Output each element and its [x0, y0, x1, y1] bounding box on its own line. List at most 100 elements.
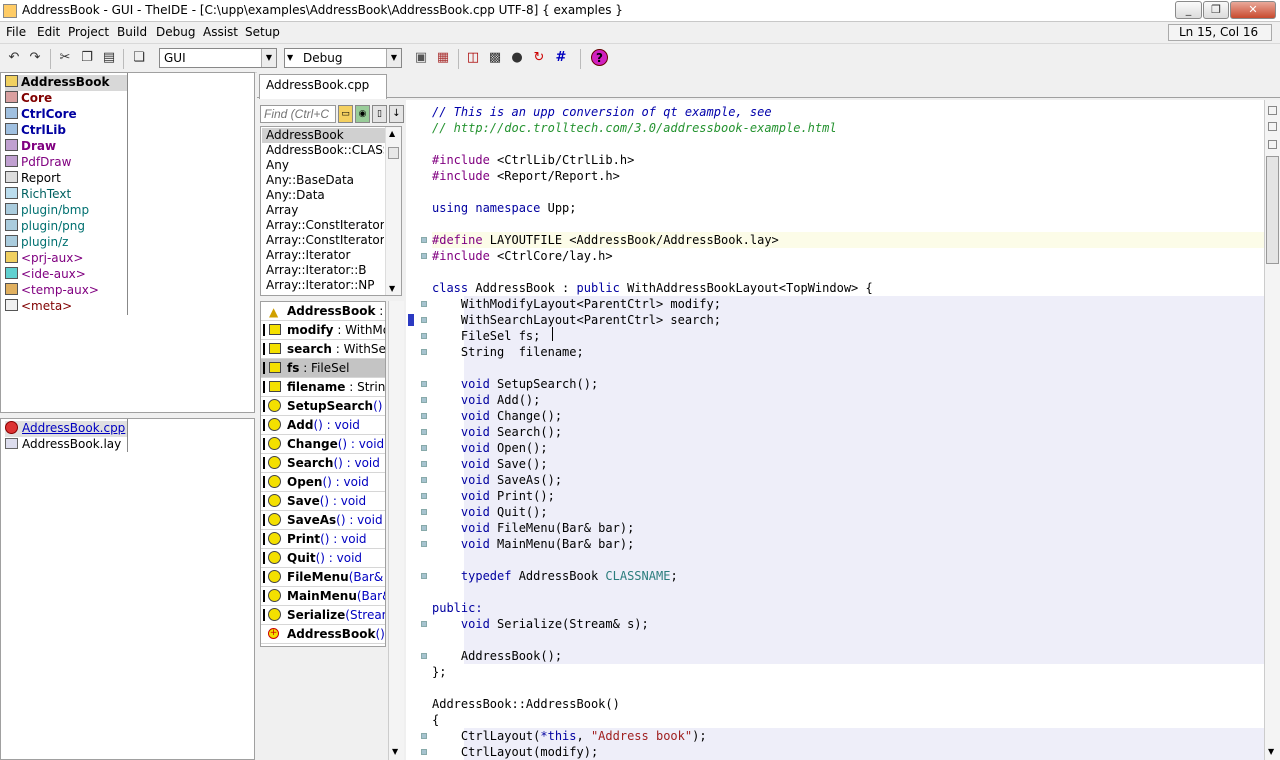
- member-item[interactable]: + AddressBook(): [261, 625, 385, 644]
- folder-icon[interactable]: ▭: [338, 105, 353, 123]
- package-item[interactable]: RichText: [5, 187, 71, 203]
- stop-icon[interactable]: ◫: [465, 50, 481, 66]
- menu-edit[interactable]: Edit: [37, 25, 60, 39]
- member-item[interactable]: Search() : void: [261, 454, 385, 473]
- package-item[interactable]: <prj-aux>: [5, 251, 83, 267]
- member-item[interactable]: modify : WithMoc: [261, 321, 385, 340]
- package-icon: [5, 139, 18, 151]
- member-item[interactable]: Print() : void: [261, 530, 385, 549]
- redo-icon[interactable]: ↷: [27, 50, 43, 66]
- globe-icon[interactable]: ◉: [355, 105, 370, 123]
- text-cursor: [552, 327, 553, 341]
- package-item[interactable]: plugin/z: [5, 235, 68, 251]
- build-mode-select[interactable]: ▼ Debug ▼: [284, 48, 402, 68]
- minimize-button[interactable]: _: [1175, 1, 1202, 19]
- member-item[interactable]: filename : String: [261, 378, 385, 397]
- cut-icon[interactable]: ✂: [57, 50, 73, 66]
- scroll-down-icon[interactable]: ▼: [389, 284, 395, 293]
- member-item[interactable]: fs : FileSel: [261, 359, 385, 378]
- restart-icon[interactable]: ↻: [531, 50, 547, 66]
- scope-item[interactable]: Any: [266, 158, 384, 173]
- scope-item[interactable]: AddressBook::CLASS: [266, 143, 384, 158]
- maximize-button[interactable]: ❐: [1203, 1, 1229, 19]
- member-item[interactable]: Add() : void: [261, 416, 385, 435]
- scope-list: AddressBook AddressBook::CLASS Any Any::Bas…: [260, 126, 402, 296]
- member-item[interactable]: Save() : void: [261, 492, 385, 511]
- package-item[interactable]: CtrlCore: [5, 107, 77, 123]
- line-marker: [421, 317, 427, 323]
- copy-icon[interactable]: ❐: [79, 50, 95, 66]
- main-config-select[interactable]: GUI ▼: [159, 48, 277, 68]
- menu-setup[interactable]: Setup: [245, 25, 280, 39]
- scroll-up-icon[interactable]: ▲: [389, 129, 395, 138]
- sort-icon[interactable]: ↓: [389, 105, 404, 123]
- code-editor[interactable]: // This is an upp conversion of qt examp…: [406, 100, 1264, 760]
- member-item[interactable]: search : WithSearc: [261, 340, 385, 359]
- package-item[interactable]: <ide-aux>: [5, 267, 86, 283]
- member-item[interactable]: Quit() : void: [261, 549, 385, 568]
- tab-addressbook-cpp[interactable]: AddressBook.cpp: [259, 74, 387, 99]
- debug-icon[interactable]: ▩: [487, 50, 503, 66]
- undo-icon[interactable]: ↶: [6, 50, 22, 66]
- editor-scrollbar[interactable]: ▼: [1264, 100, 1280, 760]
- run-icon[interactable]: ●: [509, 50, 525, 66]
- member-item[interactable]: SetupSearch() : vo: [261, 397, 385, 416]
- package-item[interactable]: AddressBook: [5, 75, 127, 91]
- scope-item[interactable]: Array::Iterator::B: [266, 263, 384, 278]
- package-item[interactable]: Report: [5, 171, 61, 187]
- menu-assist[interactable]: Assist: [203, 25, 238, 39]
- scope-item[interactable]: AddressBook: [262, 128, 386, 143]
- package-name: CtrlCore: [21, 107, 77, 121]
- scope-item[interactable]: Array::ConstIterator:: [266, 233, 384, 248]
- paste-icon[interactable]: ▤: [101, 50, 117, 66]
- member-item[interactable]: FileMenu(Bar& ba: [261, 568, 385, 587]
- menu-debug[interactable]: Debug: [156, 25, 195, 39]
- member-item[interactable]: Change() : void: [261, 435, 385, 454]
- scroll-down-icon[interactable]: ▼: [392, 747, 398, 756]
- member-item[interactable]: SaveAs() : void: [261, 511, 385, 530]
- build-icon[interactable]: ▣: [413, 50, 429, 66]
- paste-special-icon[interactable]: ❏: [131, 50, 147, 66]
- scroll-thumb[interactable]: [388, 147, 399, 159]
- split-icon[interactable]: [1268, 122, 1277, 131]
- member-item[interactable]: MainMenu(Bar& b: [261, 587, 385, 606]
- scroll-down-icon[interactable]: ▼: [1268, 747, 1274, 756]
- scope-item[interactable]: Array::Iterator: [266, 248, 384, 263]
- package-item[interactable]: PdfDraw: [5, 155, 71, 171]
- package-item[interactable]: <temp-aux>: [5, 283, 99, 299]
- package-item[interactable]: <meta>: [5, 299, 72, 315]
- scope-item[interactable]: Array::ConstIterator: [266, 218, 384, 233]
- package-item[interactable]: Draw: [5, 139, 56, 155]
- package-item[interactable]: CtrlLib: [5, 123, 66, 139]
- member-item[interactable]: ▲ AddressBook : pu: [261, 302, 385, 321]
- scope-item[interactable]: Array: [266, 203, 384, 218]
- navigator-search-input[interactable]: [260, 105, 336, 123]
- scroll-thumb[interactable]: [1266, 156, 1279, 264]
- chevron-down-icon[interactable]: ▼: [386, 49, 401, 67]
- file-item-lay[interactable]: AddressBook.lay: [5, 437, 121, 453]
- package-item[interactable]: Core: [5, 91, 52, 107]
- navigator-scrollbar[interactable]: ▼: [388, 301, 404, 760]
- scope-item[interactable]: Any::Data: [266, 188, 384, 203]
- document-icon[interactable]: ▯: [372, 105, 387, 123]
- scope-item[interactable]: Array::Iterator::NP: [266, 278, 384, 293]
- menu-file[interactable]: File: [6, 25, 26, 39]
- package-item[interactable]: plugin/png: [5, 219, 85, 235]
- function-icon: [263, 570, 281, 583]
- help-icon[interactable]: ?: [591, 49, 608, 66]
- package-name: <ide-aux>: [21, 267, 86, 281]
- scope-item[interactable]: Any::BaseData: [266, 173, 384, 188]
- package-item[interactable]: plugin/bmp: [5, 203, 89, 219]
- member-item[interactable]: Serialize(Stream&: [261, 606, 385, 625]
- split-icon[interactable]: [1268, 106, 1277, 115]
- chevron-down-icon[interactable]: ▼: [261, 49, 276, 67]
- close-button[interactable]: ✕: [1230, 1, 1276, 19]
- rebuild-icon[interactable]: ▦: [435, 50, 451, 66]
- menu-build[interactable]: Build: [117, 25, 147, 39]
- hash-icon[interactable]: #: [553, 50, 569, 66]
- scope-scrollbar[interactable]: ▲ ▼: [385, 127, 401, 295]
- file-item-cpp[interactable]: AddressBook.cpp: [5, 421, 127, 437]
- split-icon[interactable]: [1268, 140, 1277, 149]
- menu-project[interactable]: Project: [68, 25, 109, 39]
- member-item[interactable]: Open() : void: [261, 473, 385, 492]
